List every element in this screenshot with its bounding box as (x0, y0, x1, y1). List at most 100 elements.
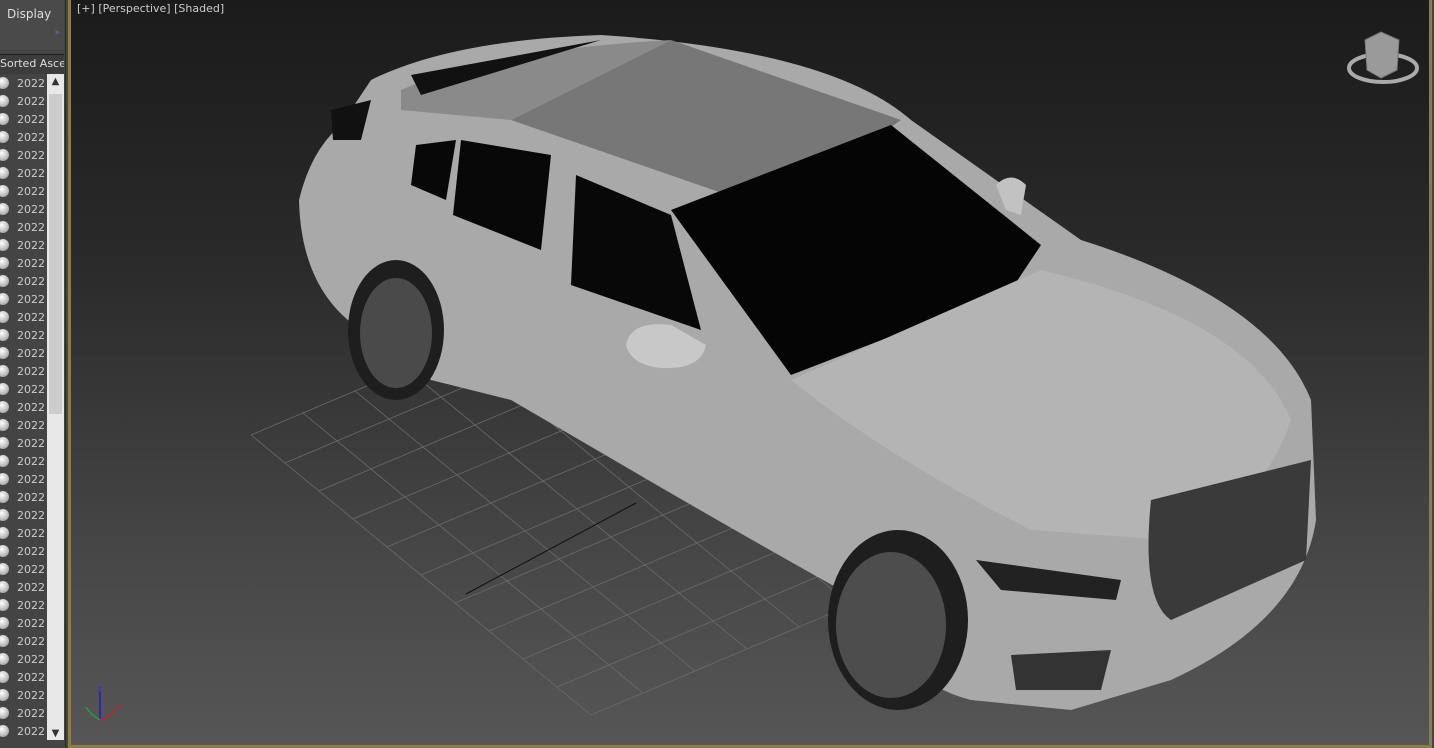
display-tab[interactable]: Display » (0, 0, 64, 50)
object-visibility-icon[interactable] (0, 203, 9, 215)
list-item[interactable]: 2022 G (0, 650, 47, 668)
object-name: 2022 G (17, 652, 47, 666)
object-visibility-icon[interactable] (0, 563, 9, 575)
object-visibility-icon[interactable] (0, 527, 9, 539)
object-visibility-icon[interactable] (0, 491, 9, 503)
list-item[interactable]: 2022 G (0, 542, 47, 560)
object-visibility-icon[interactable] (0, 347, 9, 359)
object-name: 2022 G (17, 454, 47, 468)
object-visibility-icon[interactable] (0, 725, 9, 737)
list-item[interactable]: 2022 G (0, 128, 47, 146)
viewport-menu-button[interactable]: [+] (77, 2, 95, 15)
list-item[interactable]: 2022 G (0, 380, 47, 398)
object-visibility-icon[interactable] (0, 635, 9, 647)
object-visibility-icon[interactable] (0, 167, 9, 179)
list-item[interactable]: 2022 G (0, 722, 47, 740)
list-item[interactable]: 2022 G (0, 488, 47, 506)
object-visibility-icon[interactable] (0, 617, 9, 629)
object-visibility-icon[interactable] (0, 257, 9, 269)
list-item[interactable]: 2022 G (0, 506, 47, 524)
scroll-down-icon[interactable]: ▼ (47, 728, 64, 744)
object-name: 2022 G (17, 526, 47, 540)
scroll-up-icon[interactable]: ▲ (47, 76, 64, 92)
list-item[interactable]: 2022 G (0, 254, 47, 272)
object-name: 2022 G (17, 256, 47, 270)
list-item[interactable]: 2022 G (0, 560, 47, 578)
view-type-button[interactable]: [Perspective] (98, 2, 170, 15)
object-list: 2022 G 2022 G 2022 G 2022 G 2022 G 2022 G 2022… (0, 74, 47, 740)
object-visibility-icon[interactable] (0, 473, 9, 485)
list-item[interactable]: 2022 G (0, 74, 47, 92)
object-name: 2022 G (17, 472, 47, 486)
object-name: 2022 G (17, 598, 47, 612)
list-item[interactable]: 2022 G (0, 290, 47, 308)
object-visibility-icon[interactable] (0, 221, 9, 233)
list-item[interactable]: 2022 G (0, 452, 47, 470)
list-item[interactable]: 2022 G (0, 434, 47, 452)
sort-column-header[interactable]: Sorted Ascending (0, 54, 64, 74)
shading-mode-button[interactable]: [Shaded] (174, 2, 224, 15)
list-item[interactable]: 2022 G (0, 416, 47, 434)
object-visibility-icon[interactable] (0, 509, 9, 521)
object-visibility-icon[interactable] (0, 707, 9, 719)
list-item[interactable]: 2022 G (0, 686, 47, 704)
list-item[interactable]: 2022 G (0, 92, 47, 110)
list-item[interactable]: 2022 G (0, 704, 47, 722)
object-visibility-icon[interactable] (0, 653, 9, 665)
object-name: 2022 G (17, 688, 47, 702)
view-cube[interactable] (1347, 31, 1419, 84)
list-item[interactable]: 2022 G (0, 668, 47, 686)
object-visibility-icon[interactable] (0, 455, 9, 467)
list-item[interactable]: 2022 G (0, 272, 47, 290)
list-item[interactable]: 2022 G (0, 470, 47, 488)
object-visibility-icon[interactable] (0, 401, 9, 413)
object-visibility-icon[interactable] (0, 419, 9, 431)
object-visibility-icon[interactable] (0, 293, 9, 305)
object-visibility-icon[interactable] (0, 185, 9, 197)
list-item[interactable]: 2022 G (0, 182, 47, 200)
list-item[interactable]: 2022 G (0, 344, 47, 362)
object-visibility-icon[interactable] (0, 329, 9, 341)
scene-explorer-panel: Display » Sorted Ascending 2022 G2022 G2… (0, 0, 66, 748)
perspective-viewport[interactable]: z [+] [Perspective] [Shaded] (68, 0, 1432, 748)
list-item[interactable]: 2022 G (0, 632, 47, 650)
list-item[interactable]: 2022 G (0, 164, 47, 182)
list-item[interactable]: 2022 G (0, 326, 47, 344)
list-item[interactable]: 2022 G (0, 596, 47, 614)
object-visibility-icon[interactable] (0, 383, 9, 395)
list-item[interactable]: 2022 G (0, 614, 47, 632)
list-item[interactable]: 2022 G (0, 110, 47, 128)
object-name: 2022 G (17, 580, 47, 594)
object-visibility-icon[interactable] (0, 311, 9, 323)
object-visibility-icon[interactable] (0, 113, 9, 125)
scrollbar-thumb[interactable] (49, 94, 62, 414)
object-visibility-icon[interactable] (0, 545, 9, 557)
object-visibility-icon[interactable] (0, 77, 9, 89)
list-item[interactable]: 2022 G (0, 236, 47, 254)
list-item[interactable]: 2022 G (0, 200, 47, 218)
object-visibility-icon[interactable] (0, 689, 9, 701)
object-visibility-icon[interactable] (0, 239, 9, 251)
object-visibility-icon[interactable] (0, 149, 9, 161)
object-visibility-icon[interactable] (0, 365, 9, 377)
list-item[interactable]: 2022 G (0, 308, 47, 326)
list-item[interactable]: 2022 G (0, 146, 47, 164)
object-visibility-icon[interactable] (0, 95, 9, 107)
list-item[interactable]: 2022 G (0, 398, 47, 416)
object-visibility-icon[interactable] (0, 131, 9, 143)
list-item[interactable]: 2022 G (0, 362, 47, 380)
object-visibility-icon[interactable] (0, 437, 9, 449)
expand-icon[interactable]: » (54, 28, 60, 38)
object-visibility-icon[interactable] (0, 671, 9, 683)
object-name: 2022 G (17, 436, 47, 450)
list-item[interactable]: 2022 G (0, 578, 47, 596)
list-item[interactable]: 2022 G (0, 218, 47, 236)
object-visibility-icon[interactable] (0, 599, 9, 611)
object-visibility-icon[interactable] (0, 275, 9, 287)
object-visibility-icon[interactable] (0, 581, 9, 593)
object-name: 2022 G (17, 130, 47, 144)
list-item[interactable]: 2022 G (0, 524, 47, 542)
viewport-label: [+] [Perspective] [Shaded] (77, 2, 224, 15)
grid-axis-line (465, 502, 637, 595)
list-scrollbar[interactable]: ▲ ▼ (47, 74, 64, 740)
